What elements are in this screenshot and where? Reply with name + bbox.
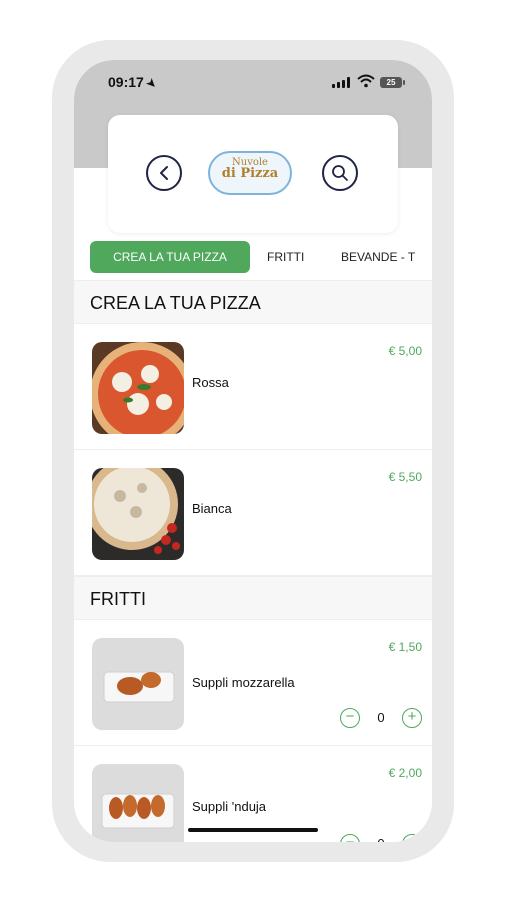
brand-logo: Nuvole di Pizza (208, 145, 292, 201)
menu-item-rossa[interactable]: Rossa € 5,00 (74, 324, 432, 450)
back-arrow-icon (160, 166, 168, 180)
item-name: Suppli mozzarella (192, 675, 295, 690)
category-tabs: CREA LA TUA PIZZA FRITTI BEVANDE - T (74, 240, 432, 274)
search-button[interactable] (322, 155, 358, 191)
section-title-fritti: FRITTI (74, 576, 432, 620)
pizza-bianca-image (92, 468, 184, 560)
suppli-mozzarella-image (92, 638, 184, 730)
section-title-pizza: CREA LA TUA PIZZA (74, 280, 432, 324)
quantity-value: 0 (377, 710, 385, 725)
minus-button[interactable]: − (340, 708, 360, 728)
status-bar: 09:17➤ 25 (74, 72, 432, 96)
quantity-value: 0 (374, 836, 388, 842)
cellular-signal-icon (332, 77, 350, 88)
menu-item-suppli-mozzarella[interactable]: Suppli mozzarella € 1,50 − 0 + (74, 620, 432, 746)
logo-line2: di Pizza (221, 166, 279, 181)
item-name: Rossa (192, 375, 229, 390)
item-price: € 1,50 (388, 640, 422, 654)
tab-bevande[interactable]: BEVANDE - T (341, 241, 415, 273)
tab-crea-la-tua-pizza[interactable]: CREA LA TUA PIZZA (90, 241, 250, 273)
tab-fritti[interactable]: FRITTI (267, 241, 304, 273)
item-price: € 5,50 (388, 470, 422, 484)
back-button[interactable] (146, 155, 182, 191)
plus-button[interactable]: + (402, 708, 422, 728)
menu-item-bianca[interactable]: Bianca € 5,50 (74, 450, 432, 576)
app-screen: 09:17➤ 25 Nuvole di Pizza CREA LA TUA PI… (74, 60, 432, 842)
minus-button[interactable]: − (340, 834, 360, 842)
item-name: Suppli 'nduja (192, 799, 267, 814)
wifi-icon (357, 74, 375, 88)
quantity-stepper: − 0 + (340, 708, 430, 728)
location-arrow-icon: ➤ (143, 76, 159, 92)
quantity-stepper: − 0 + (340, 834, 430, 842)
battery-icon: 25 (380, 77, 405, 88)
pizza-rossa-image (92, 342, 184, 434)
header-card: Nuvole di Pizza (108, 115, 398, 233)
status-time: 09:17➤ (108, 74, 159, 91)
item-price: € 2,00 (388, 766, 422, 780)
item-name: Bianca (192, 501, 232, 516)
logo-text: Nuvole di Pizza (208, 157, 292, 181)
suppli-nduja-image (92, 764, 184, 842)
status-time-text: 09:17 (108, 74, 144, 90)
home-indicator[interactable] (188, 828, 318, 832)
search-icon (332, 165, 348, 181)
plus-button[interactable]: + (402, 834, 422, 842)
item-price: € 5,00 (388, 344, 422, 358)
